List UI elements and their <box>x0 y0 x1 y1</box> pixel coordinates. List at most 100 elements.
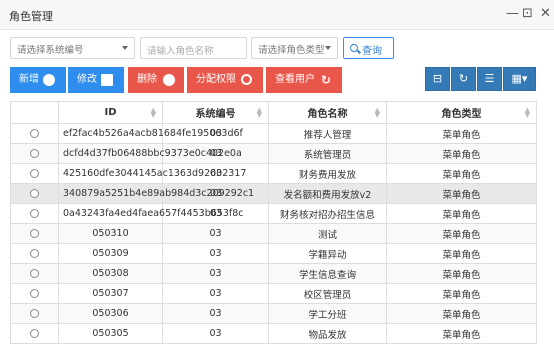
query-label: 查询 <box>362 46 382 57</box>
cell-role-type: 菜单角色 <box>386 223 537 244</box>
row-radio-cell[interactable] <box>10 223 59 244</box>
role-type-select-value: 请选择角色类型 <box>258 45 325 56</box>
row-radio-cell[interactable] <box>10 243 59 264</box>
row-radio[interactable] <box>30 309 39 318</box>
role-name-input[interactable]: 请输入角色名称 <box>140 37 247 59</box>
table-row[interactable]: 0a43243fa4ed4faea657f4453b653f8c 03 财务核对招办… <box>10 203 537 224</box>
sort-icon: ▲ ▼ <box>374 106 380 119</box>
toggle-view-button[interactable]: ☰ <box>477 67 502 91</box>
sort-icon: ▲ ▼ <box>256 106 262 119</box>
header-id[interactable]: ID ▲ ▼ <box>58 101 163 124</box>
role-name-placeholder: 请输入角色名称 <box>147 46 214 57</box>
cell-role-type: 菜单角色 <box>386 243 537 264</box>
row-radio[interactable] <box>30 149 39 158</box>
circle-icon <box>241 74 252 85</box>
row-radio-cell[interactable] <box>10 323 59 344</box>
row-radio[interactable] <box>30 269 39 278</box>
assign-permission-button[interactable]: 分配权限 <box>187 67 263 93</box>
table-row[interactable]: ef2fac4b526a4acb81684fe195063d6f 03 推荐人管理菜… <box>10 123 537 144</box>
window-titlebar: 角色管理 — ⊡ ✕ <box>0 0 554 30</box>
role-type-select[interactable]: 请选择角色类型 <box>251 37 338 59</box>
table-header-row: ID ▲ ▼ 系统编号 ▲ ▼ 角色名称 ▲ ▼ 角色类型 ▲ ▼ <box>10 101 537 124</box>
cell-role-name: 物品发放 <box>268 323 387 344</box>
row-radio-cell[interactable] <box>10 283 59 304</box>
close-icon[interactable]: ✕ <box>540 7 551 21</box>
assign-permission-label: 分配权限 <box>196 74 236 85</box>
table-row[interactable]: 340879a5251b4e89ab984d3c209292c1 03 发名额和费用… <box>10 183 537 204</box>
header-system[interactable]: 系统编号 ▲ ▼ <box>162 101 269 124</box>
table-row[interactable]: 050310 03 测试 菜单角色 <box>10 223 537 244</box>
window-title: 角色管理 <box>9 10 53 23</box>
cell-system: 03 <box>162 323 269 344</box>
row-radio-cell[interactable] <box>10 143 59 164</box>
view-users-button[interactable]: 查看用户 ↻ <box>266 67 342 93</box>
cell-role-name: 学工分班 <box>268 303 387 324</box>
delete-label: 删除 <box>137 74 157 85</box>
table-row[interactable]: 050308 03 学生信息查询 菜单角色 <box>10 263 537 284</box>
cell-system: 03 <box>162 263 269 284</box>
cell-id: 050305 <box>58 323 163 344</box>
row-radio-cell[interactable] <box>10 163 59 184</box>
edit-icon: ✎ <box>101 74 113 86</box>
system-select[interactable]: 请选择系统编号 <box>10 37 135 59</box>
table-row[interactable]: 425160dfe3044145ac1363d92602317 03 财务费用发放菜… <box>10 163 537 184</box>
cell-role-name: 系统管理员 <box>268 143 387 164</box>
view-users-label: 查看用户 <box>275 74 315 85</box>
table-row[interactable]: dcfd4d37fb06488bbc9373e0c402e0a 03 系统管理员 菜单… <box>10 143 537 164</box>
cell-system: 03 <box>162 223 269 244</box>
table-row[interactable]: 050307 03 校区管理员 菜单角色 <box>10 283 537 304</box>
minimize-icon[interactable]: — <box>506 7 519 21</box>
row-radio[interactable] <box>30 129 39 138</box>
row-radio-cell[interactable] <box>10 123 59 144</box>
cell-role-type: 菜单角色 <box>386 163 537 184</box>
row-radio-cell[interactable] <box>10 263 59 284</box>
header-role-name[interactable]: 角色名称 ▲ ▼ <box>268 101 387 124</box>
cell-id: dcfd4d37fb06488bbc9373e0c402e0a <box>58 143 242 164</box>
add-button[interactable]: 新增 + <box>10 67 66 93</box>
cell-role-name: 推荐人管理 <box>268 123 387 144</box>
table-row[interactable]: 050306 03 学工分班 菜单角色 <box>10 303 537 324</box>
cell-role-type: 菜单角色 <box>386 183 537 204</box>
table-row[interactable]: 050309 03 学籍异动 菜单角色 <box>10 243 537 264</box>
cell-id: ef2fac4b526a4acb81684fe195063d6f <box>58 123 243 144</box>
query-button[interactable]: 查询 <box>343 37 394 59</box>
chevron-down-icon <box>122 46 128 50</box>
edit-label: 修改 <box>77 74 97 85</box>
row-radio-cell[interactable] <box>10 203 59 224</box>
add-label: 新增 <box>19 74 39 85</box>
row-radio[interactable] <box>30 169 39 178</box>
cell-role-name: 财务核对招办招生信息 <box>268 203 387 224</box>
roles-table: ID ▲ ▼ 系统编号 ▲ ▼ 角色名称 ▲ ▼ 角色类型 ▲ ▼ ef2fac4b526a4a… <box>10 101 537 344</box>
refresh-table-button[interactable]: ↻ <box>451 67 476 91</box>
list-icon: ☰ <box>484 72 495 85</box>
toggle-pagination-button[interactable]: ⊟ <box>425 67 450 91</box>
refresh-icon: ↻ <box>458 72 469 85</box>
cell-role-type: 菜单角色 <box>386 263 537 284</box>
cell-id: 425160dfe3044145ac1363d92602317 <box>58 163 246 184</box>
cell-role-type: 菜单角色 <box>386 123 537 144</box>
sort-icon: ▲ ▼ <box>150 106 156 119</box>
row-radio[interactable] <box>30 329 39 338</box>
cell-role-type: 菜单角色 <box>386 143 537 164</box>
row-radio[interactable] <box>30 189 39 198</box>
row-radio[interactable] <box>30 249 39 258</box>
row-radio[interactable] <box>30 209 39 218</box>
cell-role-name: 学籍异动 <box>268 243 387 264</box>
row-radio[interactable] <box>30 289 39 298</box>
minus-circle-icon: − <box>163 74 175 86</box>
cell-role-name: 发名额和费用发放v2 <box>268 183 387 204</box>
maximize-icon[interactable]: ⊡ <box>522 7 533 21</box>
sort-icon: ▲ ▼ <box>524 106 530 119</box>
table-row[interactable]: 050305 03 物品发放 菜单角色 <box>10 323 537 344</box>
columns-button[interactable]: ▦▾ <box>503 67 536 91</box>
delete-button[interactable]: 删除 − <box>128 67 184 93</box>
cell-role-name: 校区管理员 <box>268 283 387 304</box>
row-radio[interactable] <box>30 229 39 238</box>
grid-columns-icon: ▦▾ <box>511 72 528 85</box>
cell-id: 340879a5251b4e89ab984d3c209292c1 <box>58 183 254 204</box>
cell-role-type: 菜单角色 <box>386 303 537 324</box>
row-radio-cell[interactable] <box>10 303 59 324</box>
row-radio-cell[interactable] <box>10 183 59 204</box>
edit-button[interactable]: 修改 ✎ <box>68 67 124 93</box>
header-role-type[interactable]: 角色类型 ▲ ▼ <box>386 101 537 124</box>
